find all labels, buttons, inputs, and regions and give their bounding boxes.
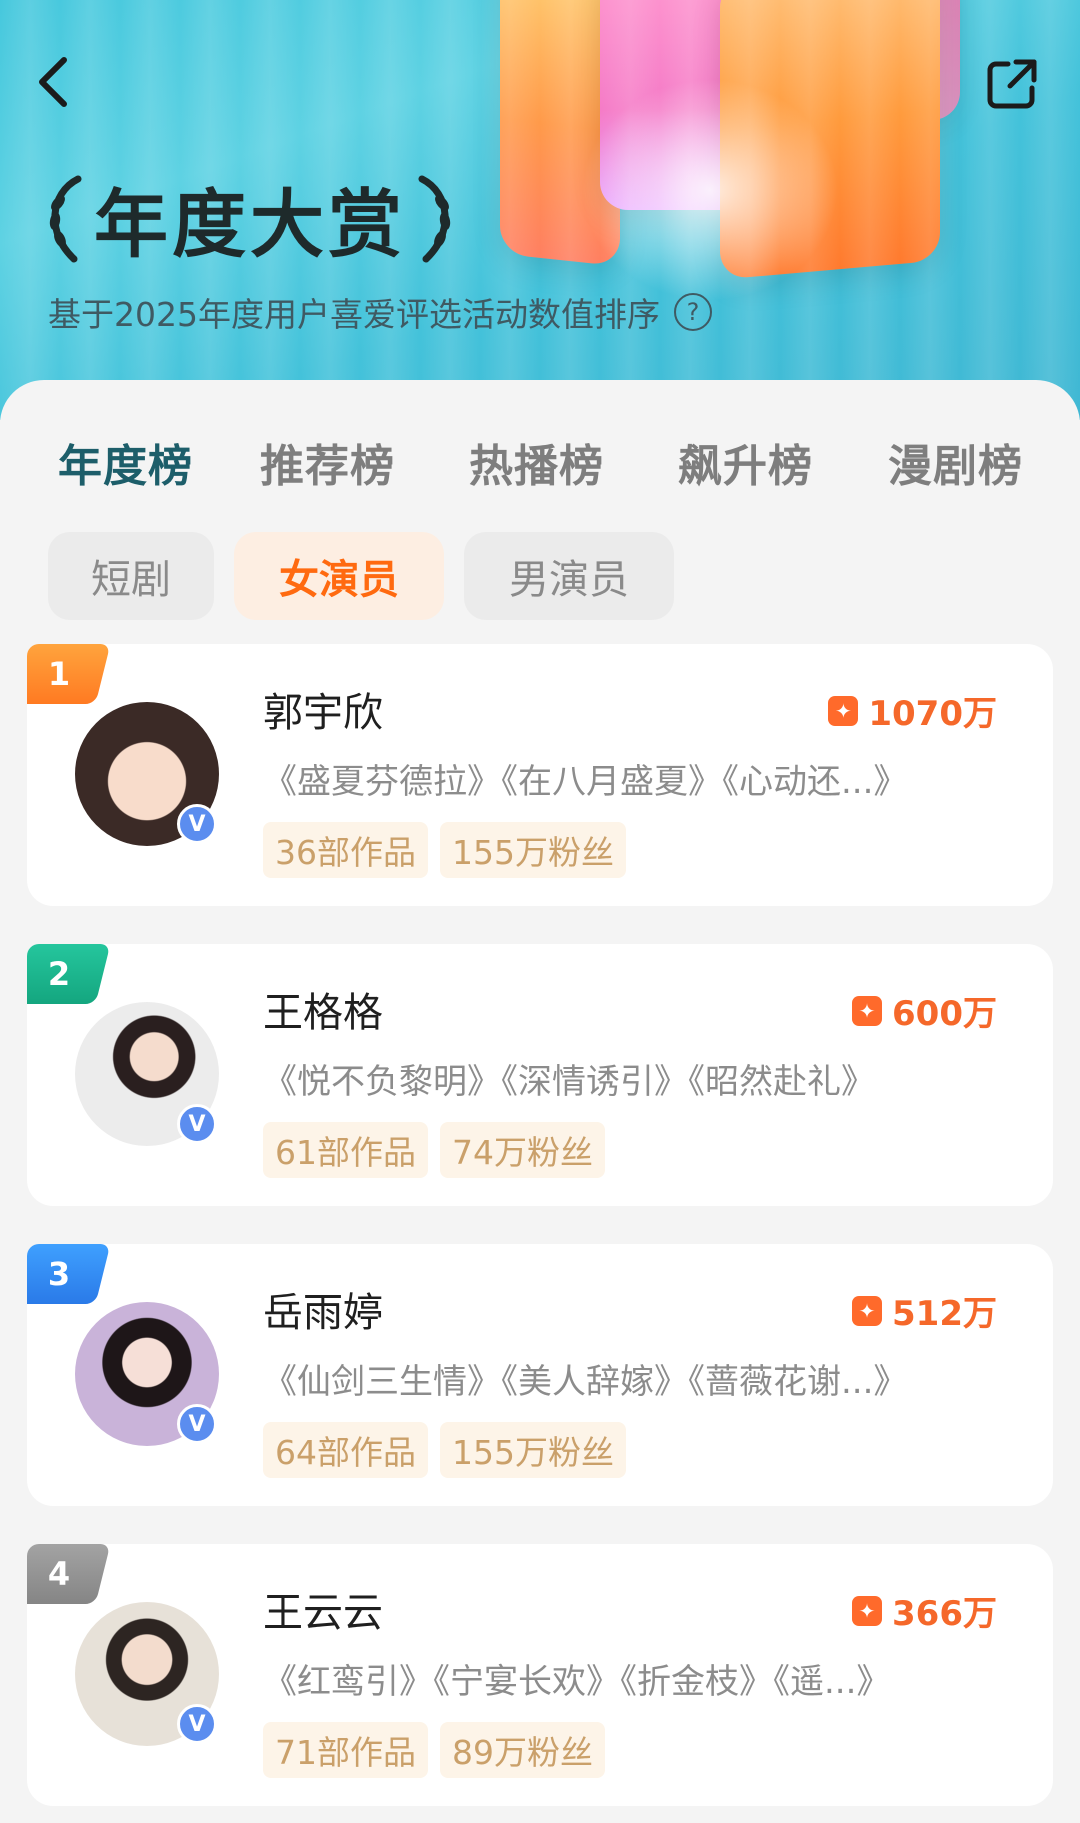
ranking-tabs: 年度榜 推荐榜 热播榜 飙升榜 漫剧榜 xyxy=(0,430,1080,500)
rank-badge: 2 xyxy=(27,944,91,1004)
fans-count-tag: 155万粉丝 xyxy=(440,1422,626,1478)
header-banner: 年度大赏 基于2025年度用户喜爱评选活动数值排序 ? xyxy=(0,0,1080,420)
share-button[interactable] xyxy=(982,54,1042,114)
tab-recommended[interactable]: 推荐榜 xyxy=(260,430,395,494)
popularity-score: ✦ 512万 xyxy=(852,1286,997,1335)
avatar[interactable]: V xyxy=(75,1602,219,1746)
chevron-left-icon xyxy=(39,57,67,107)
verified-badge: V xyxy=(177,804,217,844)
stat-tags: 36部作品 155万粉丝 xyxy=(263,822,626,878)
avatar[interactable]: V xyxy=(75,702,219,846)
popularity-score: ✦ 600万 xyxy=(852,986,997,1035)
rank-badge: 4 xyxy=(27,1544,91,1604)
score-value: 1070万 xyxy=(868,694,997,734)
fans-count-tag: 155万粉丝 xyxy=(440,822,626,878)
works-count-tag: 71部作品 xyxy=(263,1722,428,1778)
actress-name: 王格格 xyxy=(263,990,383,1036)
fans-count-tag: 89万粉丝 xyxy=(440,1722,605,1778)
avatar[interactable]: V xyxy=(75,1302,219,1446)
page-title: 年度大赏 xyxy=(94,181,406,268)
tab-rising[interactable]: 飙升榜 xyxy=(678,430,813,494)
verified-badge: V xyxy=(177,1704,217,1744)
verified-badge: V xyxy=(177,1104,217,1144)
avatar[interactable]: V xyxy=(75,1002,219,1146)
actress-name: 郭宇欣 xyxy=(263,690,383,736)
stat-tags: 71部作品 89万粉丝 xyxy=(263,1722,605,1778)
verified-badge: V xyxy=(177,1404,217,1444)
tab-comic[interactable]: 漫剧榜 xyxy=(888,430,1023,494)
score-value: 600万 xyxy=(892,994,997,1034)
award-title: 年度大赏 xyxy=(40,168,460,268)
ranking-panel: 年度榜 推荐榜 热播榜 飙升榜 漫剧榜 短剧 女演员 男演员 1 V 郭宇欣 ✦… xyxy=(0,380,1080,1823)
score-value: 512万 xyxy=(892,1294,997,1334)
stat-tags: 61部作品 74万粉丝 xyxy=(263,1122,605,1178)
subtitle-text: 基于2025年度用户喜爱评选活动数值排序 xyxy=(48,295,660,334)
subtitle: 基于2025年度用户喜爱评选活动数值排序 ? xyxy=(48,288,712,336)
stat-tags: 64部作品 155万粉丝 xyxy=(263,1422,626,1478)
ranking-card[interactable]: 4 V 王云云 ✦ 366万 《红鸾引》《宁宴长欢》《折金枝》《遥...》 71… xyxy=(27,1544,1053,1806)
help-icon[interactable]: ? xyxy=(673,293,712,331)
rank-badge: 1 xyxy=(27,644,91,704)
tab-hot[interactable]: 热播榜 xyxy=(469,430,604,494)
subtab-actress[interactable]: 女演员 xyxy=(234,532,444,620)
share-icon xyxy=(987,59,1037,109)
sparkle-icon: ✦ xyxy=(852,995,883,1026)
back-button[interactable] xyxy=(24,52,80,112)
fans-count-tag: 74万粉丝 xyxy=(440,1122,605,1178)
laurel-left-icon xyxy=(49,175,82,263)
ranking-card[interactable]: 3 V 岳雨婷 ✦ 512万 《仙剑三生情》《美人辞嫁》《蔷薇花谢...》 64… xyxy=(27,1244,1053,1506)
tab-annual[interactable]: 年度榜 xyxy=(58,430,193,494)
sparkle-icon: ✦ xyxy=(852,1595,883,1626)
ranking-card[interactable]: 1 V 郭宇欣 ✦ 1070万 《盛夏芬德拉》《在八月盛夏》《心动还...》 3… xyxy=(27,644,1053,906)
works-count-tag: 36部作品 xyxy=(263,822,428,878)
rank-badge: 3 xyxy=(27,1244,91,1304)
works-count-tag: 64部作品 xyxy=(263,1422,428,1478)
sparkle-icon: ✦ xyxy=(828,695,859,726)
popularity-score: ✦ 1070万 xyxy=(828,686,997,735)
popularity-score: ✦ 366万 xyxy=(852,1586,997,1635)
subtab-actor[interactable]: 男演员 xyxy=(464,532,674,620)
works-list: 《红鸾引》《宁宴长欢》《折金枝》《遥...》 xyxy=(263,1662,891,1702)
sparkle-icon: ✦ xyxy=(852,1295,883,1326)
score-value: 366万 xyxy=(892,1594,997,1634)
subtab-short-drama[interactable]: 短剧 xyxy=(48,532,214,620)
actress-name: 岳雨婷 xyxy=(263,1290,383,1336)
works-list: 《仙剑三生情》《美人辞嫁》《蔷薇花谢...》 xyxy=(263,1362,908,1402)
actress-name: 王云云 xyxy=(263,1590,383,1636)
works-list: 《悦不负黎明》《深情诱引》《昭然赴礼》 xyxy=(263,1062,875,1102)
ranking-card[interactable]: 2 V 王格格 ✦ 600万 《悦不负黎明》《深情诱引》《昭然赴礼》 61部作品… xyxy=(27,944,1053,1206)
works-count-tag: 61部作品 xyxy=(263,1122,428,1178)
works-list: 《盛夏芬德拉》《在八月盛夏》《心动还...》 xyxy=(263,762,908,802)
laurel-right-icon xyxy=(418,175,451,263)
